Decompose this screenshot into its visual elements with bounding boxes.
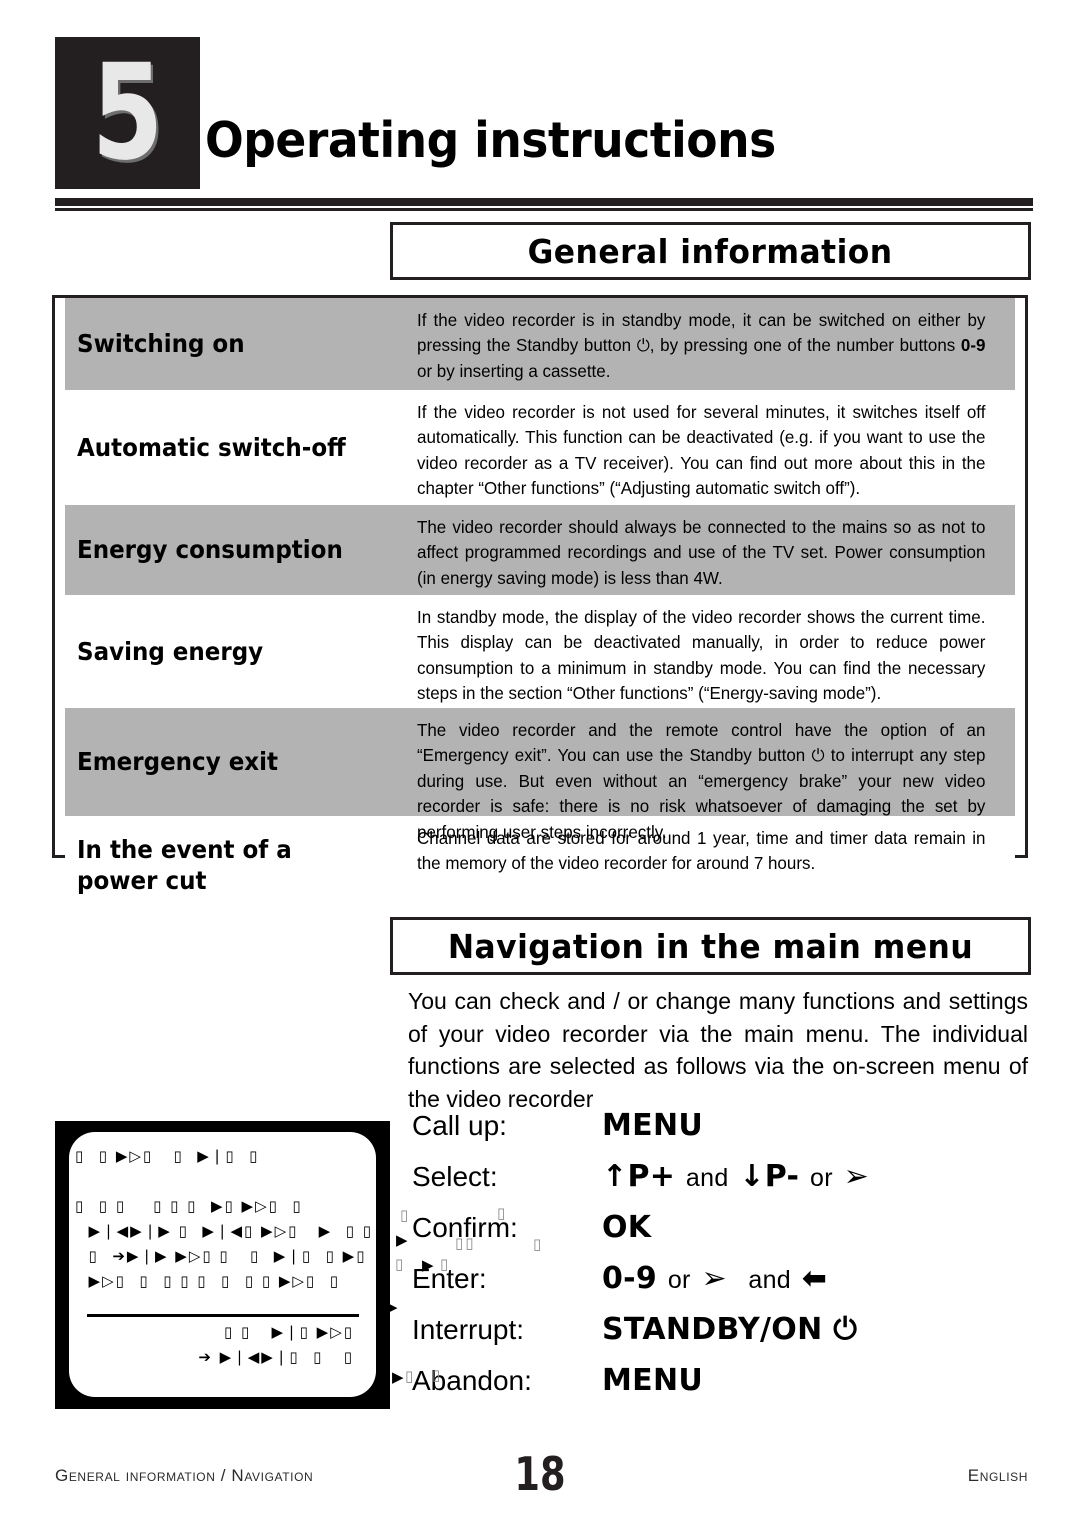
glyph-artifact: ▯ [497, 1204, 508, 1222]
header-rule-thin [55, 208, 1033, 211]
glyph-artifact: ▯▯ [455, 1234, 476, 1252]
command-row-interrupt: Interrupt: STANDBY/ON ⏻ [412, 1312, 1032, 1363]
section-header-general-information-label: General information [527, 231, 893, 271]
table-row-label-text: Energy consumption [77, 535, 343, 565]
navigation-intro: You can check and / or change many funct… [408, 985, 1028, 1116]
table-row: Emergency exit The video recorder and th… [65, 708, 1015, 842]
table-row-label: Emergency exit [65, 708, 417, 816]
table-row-body: If the video recorder is not used for se… [417, 390, 1015, 505]
glyph-artifact: ▶ [422, 1256, 436, 1274]
table-row-label: In the event of a power cut [65, 816, 417, 914]
page-number: 18 [514, 1447, 566, 1501]
table-row-body: Channel data are stored for around 1 yea… [417, 816, 1015, 914]
glyph-artifact: ▯ [405, 1367, 416, 1385]
glyph-artifact: ▯ [533, 1235, 544, 1253]
table-row-body-text: If the video recorder is not used for se… [417, 402, 986, 499]
table-row-body-text: In standby mode, the display of the vide… [417, 607, 986, 704]
power-icon: ⏻ [811, 746, 825, 767]
footer-language: English [967, 1466, 1028, 1485]
table-row: Automatic switch-off If the video record… [65, 390, 1015, 505]
arrow-right-icon: ➢ [701, 1261, 727, 1296]
tv-screen-inner: ▯ ▯ ▶▷▯ ▯ ▶❘▯ ▯ ▯ ▯ ▯ ▯ ▯ ▯ ▶▯ ▶▷▯ ▯ ▶❘◀… [69, 1132, 388, 1397]
table-row-body: If the video recorder is in standby mode… [417, 298, 1015, 390]
table-row-label-text: Saving energy [77, 636, 264, 666]
command-row-enter: Enter: 0-9 or ➢ and ⬅ [412, 1261, 1032, 1312]
glyph-artifact: ▶ [386, 1298, 400, 1316]
table-row: Energy consumption The video recorder sh… [65, 505, 1015, 595]
table-row-body-text: If the video recorder is in standby mode… [417, 310, 986, 382]
table-row-label-text: Switching on [77, 329, 245, 359]
table-row-body-text: Channel data are stored for around 1 yea… [417, 828, 986, 874]
section-header-navigation: Navigation in the main menu [390, 917, 1031, 975]
navigation-intro-text: You can check and / or change many funct… [408, 988, 1028, 1112]
arrow-down-icon: ↓ [739, 1159, 765, 1194]
table-row-label-text: Automatic switch-off [77, 432, 346, 462]
tv-screen-divider [87, 1314, 359, 1317]
glyph-artifact: ▯ [432, 1366, 443, 1384]
chapter-number: 5 [91, 36, 164, 190]
arrow-left-icon: ⬅ [801, 1261, 828, 1296]
command-row-call-up: Call up: MENU [412, 1108, 1032, 1159]
document-page: 5 Operating instructions General informa… [0, 0, 1080, 1528]
command-value-ok: OK [602, 1210, 652, 1245]
command-label: Interrupt: [412, 1314, 525, 1345]
power-icon: ⏻ [636, 336, 650, 357]
table-row-label: Switching on [65, 298, 417, 390]
tv-screen-figure: ▯ ▯ ▶▷▯ ▯ ▶❘▯ ▯ ▯ ▯ ▯ ▯ ▯ ▯ ▶▯ ▶▷▯ ▯ ▶❘◀… [55, 1121, 390, 1409]
table-row-body: In standby mode, the display of the vide… [417, 595, 1015, 708]
command-value-enter: 0-9 or ➢ and ⬅ [602, 1261, 828, 1296]
command-value-menu: MENU [602, 1108, 704, 1143]
section-header-general-information: General information [390, 222, 1031, 280]
command-value-standby: STANDBY/ON ⏻ [602, 1312, 858, 1347]
table-row-label: Automatic switch-off [65, 390, 417, 505]
table-row-body: The video recorder and the remote contro… [417, 708, 1015, 842]
general-information-table: Switching on If the video recorder is in… [52, 295, 1028, 914]
table-row: Saving energy In standby mode, the displ… [65, 595, 1015, 708]
glyph-artifact: ▶ [396, 1231, 410, 1249]
power-icon: ⏻ [833, 1312, 858, 1347]
page-title: Operating instructions [205, 112, 776, 169]
arrow-right-icon: ➢ [843, 1159, 870, 1194]
table-row: In the event of a power cut Channel data … [65, 816, 1015, 914]
navigation-command-list: Call up: MENU Select: ↑P+ and ↓P- or ➢ C… [412, 1108, 1032, 1414]
glyph-artifact: ▯ [400, 1206, 411, 1224]
table-row-label: Energy consumption [65, 505, 417, 595]
command-value-menu: MENU [602, 1363, 704, 1398]
section-header-navigation-label: Navigation in the main menu [447, 926, 974, 966]
table-row-label-text: Emergency exit [77, 747, 279, 777]
table-row-label-text: In the event of a power cut [77, 834, 292, 895]
glyph-artifact: ▯ [440, 1255, 451, 1273]
header-rule-thick [55, 198, 1033, 206]
glyph-artifact: ▶ [392, 1368, 406, 1386]
table-row-body-text: The video recorder should always be conn… [417, 517, 986, 588]
command-value-select: ↑P+ and ↓P- or ➢ [602, 1159, 870, 1194]
table-row-body: The video recorder should always be conn… [417, 505, 1015, 595]
table-row-label: Saving energy [65, 595, 417, 708]
chapter-number-badge: 5 [55, 37, 200, 189]
command-label: Select: [412, 1161, 498, 1192]
glyph-artifact: ▯ [395, 1255, 406, 1273]
table-row: Switching on If the video recorder is in… [65, 298, 1015, 390]
tv-screen-menu-footer-text: ▯ ▯ ▶❘▯ ▶▷▯ ➔ ▶❘◀▶❘▯ ▯ ▯ [198, 1323, 354, 1366]
command-row-abandon: Abandon: MENU [412, 1363, 1032, 1414]
arrow-up-icon: ↑ [602, 1159, 628, 1194]
command-label: Call up: [412, 1110, 507, 1141]
command-row-select: Select: ↑P+ and ↓P- or ➢ [412, 1159, 1032, 1210]
